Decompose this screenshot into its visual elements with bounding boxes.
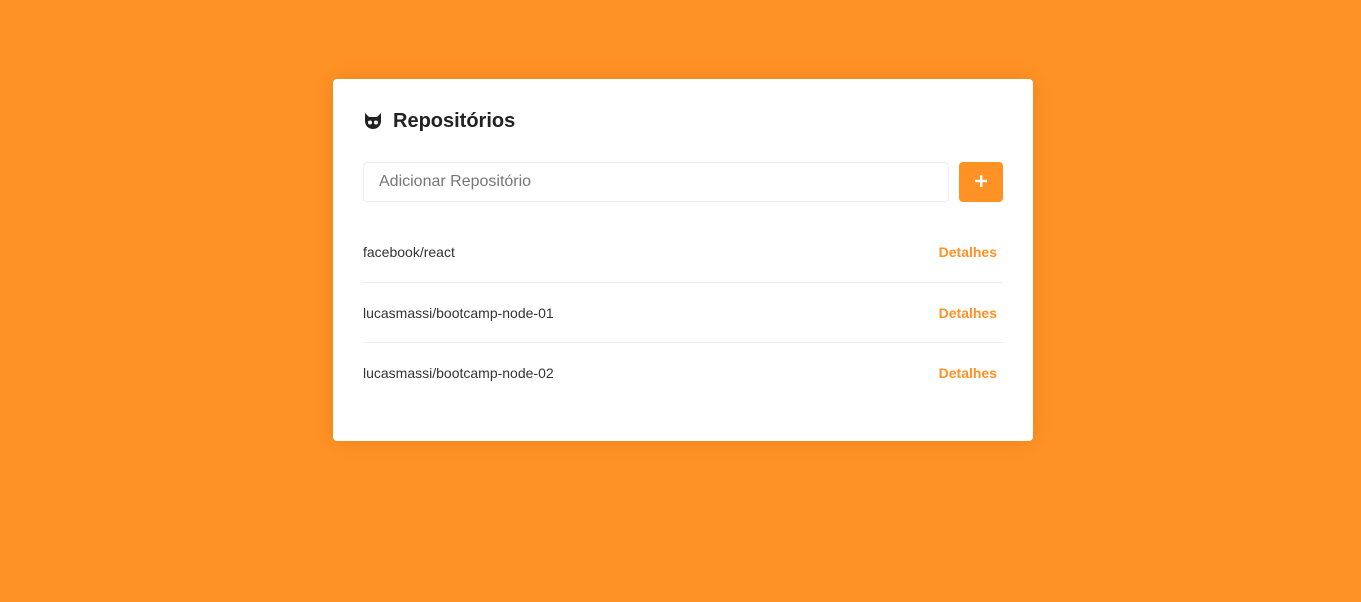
repositories-card: Repositórios facebook/react Detalhes luc… — [333, 79, 1033, 441]
list-item: lucasmassi/bootcamp-node-01 Detalhes — [363, 282, 1003, 342]
repository-name: lucasmassi/bootcamp-node-01 — [363, 304, 554, 321]
list-item: lucasmassi/bootcamp-node-02 Detalhes — [363, 342, 1003, 402]
details-link[interactable]: Detalhes — [939, 305, 997, 321]
page-title: Repositórios — [393, 109, 516, 132]
add-repository-form — [363, 162, 1003, 202]
github-icon — [363, 111, 383, 131]
list-item: facebook/react Detalhes — [363, 222, 1003, 282]
add-repository-button[interactable] — [959, 162, 1003, 202]
repository-list: facebook/react Detalhes lucasmassi/bootc… — [363, 222, 1003, 402]
plus-icon — [974, 174, 988, 191]
repository-input[interactable] — [363, 162, 949, 202]
repository-name: lucasmassi/bootcamp-node-02 — [363, 364, 554, 381]
card-header: Repositórios — [363, 109, 1003, 133]
details-link[interactable]: Detalhes — [939, 365, 997, 381]
details-link[interactable]: Detalhes — [939, 244, 997, 260]
repository-name: facebook/react — [363, 244, 455, 260]
